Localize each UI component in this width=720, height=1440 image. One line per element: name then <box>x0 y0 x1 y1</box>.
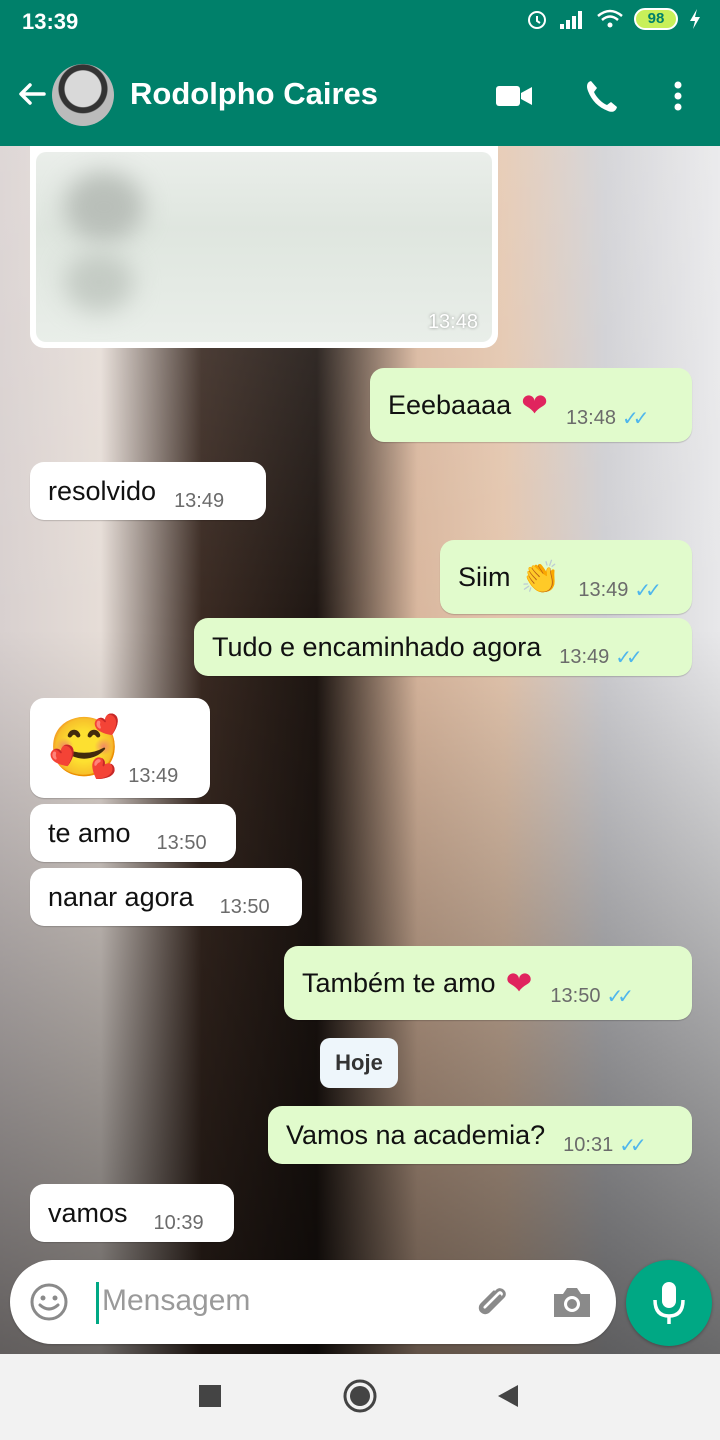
chat-area[interactable]: 13:48 Eeebaaaa ❤ 13:48 ✓✓ resolvido 13:49… <box>0 146 720 1354</box>
message-text: te amo <box>48 817 131 848</box>
media-message[interactable]: 13:48 <box>30 146 498 348</box>
more-vert-icon[interactable] <box>658 76 698 116</box>
status-bar: 13:39 98 <box>0 0 720 46</box>
alarm-icon <box>528 11 546 29</box>
message-time: 10:39 <box>153 1211 204 1234</box>
message-meta: 10:31 ✓✓ <box>563 1133 646 1157</box>
incoming-message[interactable]: nanar agora 13:50 <box>30 868 302 926</box>
recent-apps-icon[interactable] <box>198 1384 222 1408</box>
incoming-message[interactable]: 🥰 13:49 <box>30 698 210 798</box>
signal-icon <box>560 11 582 29</box>
incoming-message[interactable]: vamos 10:39 <box>30 1184 234 1242</box>
avatar[interactable] <box>52 64 114 126</box>
message-text: resolvido <box>48 475 157 506</box>
battery-icon: 98 <box>634 8 678 30</box>
emoji-icon[interactable] <box>28 1281 70 1323</box>
message-text: Eeebaaaa <box>388 389 512 420</box>
message-text: nanar agora <box>48 881 194 912</box>
message-meta: 13:50 ✓✓ <box>550 984 633 1008</box>
status-icons: 98 <box>526 8 702 30</box>
outgoing-message[interactable]: Também te amo ❤ 13:50 ✓✓ <box>284 946 692 1020</box>
text-cursor <box>96 1282 99 1324</box>
red-heart-emoji: ❤ <box>505 965 533 1001</box>
outgoing-message[interactable]: Eeebaaaa ❤ 13:48 ✓✓ <box>370 368 692 442</box>
smiling-hearts-emoji: 🥰 <box>48 715 121 780</box>
message-time: 13:48 <box>427 311 478 333</box>
chat-header: Rodolpho Caires <box>0 46 720 146</box>
system-nav-bar <box>0 1354 720 1440</box>
double-check-icon: ✓✓ <box>634 579 661 602</box>
status-time: 13:39 <box>22 9 79 34</box>
message-text: Tudo e encaminhado agora <box>212 631 542 662</box>
video-call-icon[interactable] <box>494 76 534 116</box>
wifi-icon <box>597 9 623 28</box>
message-time: 13:50 <box>156 831 207 854</box>
message-meta: 13:49 ✓✓ <box>578 578 661 602</box>
contact-name[interactable]: Rodolpho Caires <box>130 76 378 112</box>
mic-button[interactable] <box>626 1260 712 1346</box>
message-meta: 13:48 ✓✓ <box>565 406 649 430</box>
message-composer: Mensagem <box>10 1260 616 1344</box>
message-text: Também te amo <box>302 967 496 998</box>
phone-icon[interactable] <box>582 76 622 116</box>
double-check-icon: ✓✓ <box>606 985 633 1008</box>
date-separator: Hoje <box>320 1038 398 1088</box>
outgoing-message[interactable]: Tudo e encaminhado agora 13:49 ✓✓ <box>194 618 692 676</box>
incoming-message[interactable]: resolvido 13:49 <box>30 462 266 520</box>
message-time: 13:49 <box>174 489 225 512</box>
incoming-message[interactable]: te amo 13:50 <box>30 804 236 862</box>
charging-icon <box>690 9 700 29</box>
arrow-left-icon[interactable] <box>12 74 52 114</box>
clapping-hands-emoji: 👏 <box>520 559 561 595</box>
double-check-icon: ✓✓ <box>619 1134 646 1157</box>
paperclip-icon[interactable] <box>472 1282 512 1322</box>
outgoing-message[interactable]: Siim 👏 13:49 ✓✓ <box>440 540 692 614</box>
message-text: Siim <box>458 561 511 592</box>
mic-icon <box>653 1282 685 1324</box>
camera-icon[interactable] <box>550 1282 594 1322</box>
double-check-icon: ✓✓ <box>615 646 642 669</box>
message-time: 13:50 <box>219 895 270 918</box>
double-check-icon: ✓✓ <box>622 407 649 430</box>
message-text: Vamos na academia? <box>286 1119 546 1150</box>
home-icon[interactable] <box>342 1378 378 1414</box>
message-time: 13:49 <box>128 764 179 787</box>
back-nav-icon[interactable] <box>496 1384 520 1408</box>
outgoing-message[interactable]: Vamos na academia? 10:31 ✓✓ <box>268 1106 692 1164</box>
message-meta: 13:49 ✓✓ <box>559 645 642 669</box>
red-heart-emoji: ❤ <box>521 387 548 423</box>
blurred-image: 13:48 <box>36 152 492 342</box>
message-input[interactable]: Mensagem <box>102 1284 250 1318</box>
message-text: vamos <box>48 1197 128 1228</box>
